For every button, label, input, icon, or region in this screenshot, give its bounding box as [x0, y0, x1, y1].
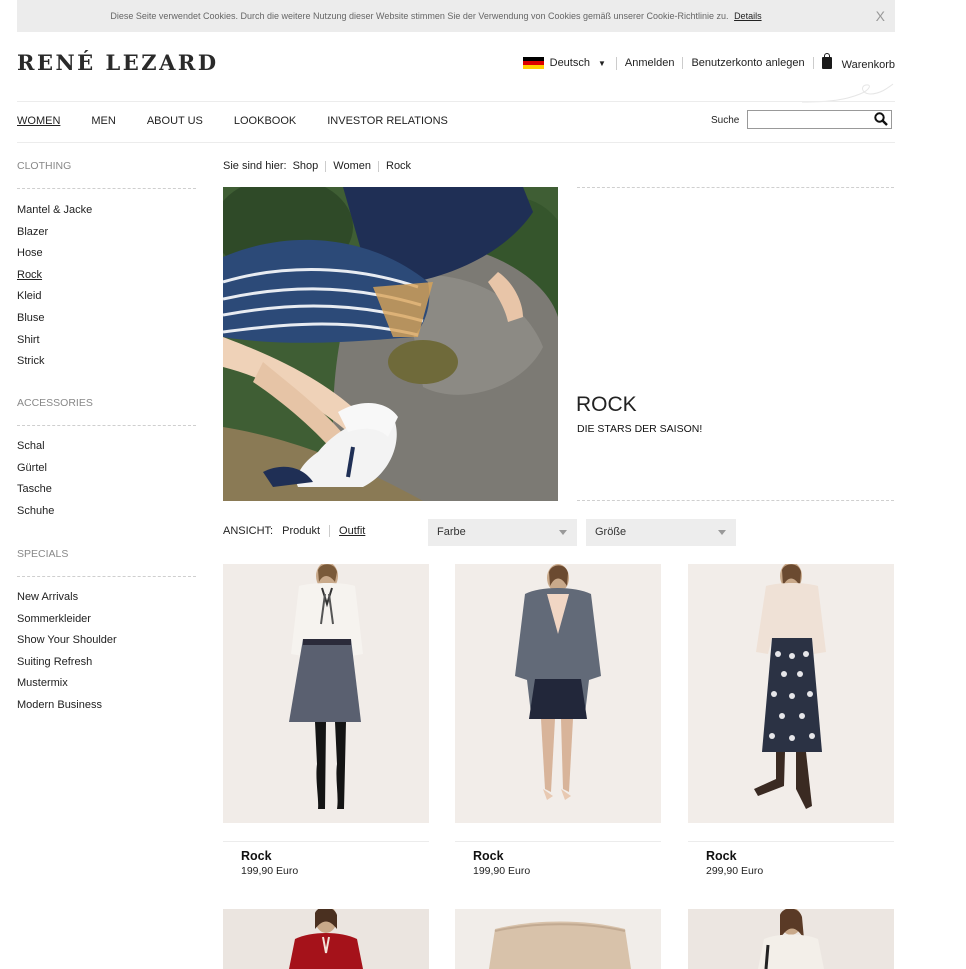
cookie-text: Diese Seite verwendet Cookies. Durch die… [17, 11, 855, 21]
breadcrumb-shop[interactable]: Shop [293, 160, 319, 172]
view-outfit-option[interactable]: Outfit [339, 525, 365, 537]
hero-title: ROCK [576, 393, 637, 416]
sidebar-heading-accessories[interactable]: ACCESSORIES [17, 397, 93, 409]
language-label: Deutsch [549, 57, 590, 69]
cookie-banner: Diese Seite verwendet Cookies. Durch die… [17, 0, 895, 32]
language-selector[interactable]: Deutsch ▼ [522, 56, 617, 70]
color-filter-select[interactable]: Farbe [428, 519, 577, 546]
product-image-1[interactable] [223, 564, 429, 823]
cookie-details-link[interactable]: Details [734, 11, 762, 21]
product-image-5[interactable] [455, 909, 661, 969]
chevron-down-icon: ▼ [597, 58, 606, 68]
sidebar-item-blazer[interactable]: Blazer [17, 222, 92, 244]
hero-divider-top [577, 187, 894, 188]
search-label: Suche [711, 115, 740, 126]
header-divider [17, 101, 895, 102]
product-image-3[interactable] [688, 564, 894, 823]
hero-subtitle: DIE STARS DER SAISON! [577, 423, 703, 435]
size-filter-label: Größe [595, 526, 627, 538]
sidebar-item-hose[interactable]: Hose [17, 243, 92, 265]
product-divider [455, 841, 661, 842]
chevron-down-icon [718, 530, 726, 535]
product-price-1: 199,90 Euro [241, 865, 299, 877]
sidebar-item-strick[interactable]: Strick [17, 351, 92, 373]
product-name-1[interactable]: Rock [241, 849, 272, 863]
product-name-3[interactable]: Rock [706, 849, 737, 863]
sidebar-item-suiting-refresh[interactable]: Suiting Refresh [17, 652, 117, 674]
product-image-4[interactable] [223, 909, 429, 969]
sidebar-heading-clothing[interactable]: CLOTHING [17, 160, 71, 172]
login-link[interactable]: Anmelden [617, 57, 684, 69]
sidebar-item-schal[interactable]: Schal [17, 436, 54, 458]
main-nav: WOMEN MEN ABOUT US LOOKBOOK INVESTOR REL… [17, 115, 479, 127]
product-price-2: 199,90 Euro [473, 865, 531, 877]
breadcrumb-rock[interactable]: Rock [386, 160, 411, 172]
nav-lookbook[interactable]: LOOKBOOK [234, 115, 296, 127]
sidebar-item-kleid[interactable]: Kleid [17, 286, 92, 308]
sidebar-item-tasche[interactable]: Tasche [17, 479, 54, 501]
sidebar-item-mantel-jacke[interactable]: Mantel & Jacke [17, 200, 92, 222]
sidebar-item-show-your-shoulder[interactable]: Show Your Shoulder [17, 630, 117, 652]
sidebar-divider [17, 188, 196, 189]
sidebar-item-modern-business[interactable]: Modern Business [17, 695, 117, 717]
product-name-2[interactable]: Rock [473, 849, 504, 863]
sidebar-item-new-arrivals[interactable]: New Arrivals [17, 587, 117, 609]
german-flag-icon [522, 56, 544, 70]
nav-women[interactable]: WOMEN [17, 115, 60, 127]
sidebar-divider [17, 576, 196, 577]
nav-divider [17, 142, 895, 143]
cookie-close-button[interactable]: X [876, 8, 885, 24]
sidebar-item-schuhe[interactable]: Schuhe [17, 501, 54, 523]
sidebar-item-mustermix[interactable]: Mustermix [17, 673, 117, 695]
register-link[interactable]: Benutzerkonto anlegen [683, 57, 814, 69]
search-input[interactable] [747, 110, 892, 129]
view-selector: ANSICHT: Produkt Outfit [223, 525, 365, 537]
color-filter-label: Farbe [437, 526, 466, 538]
product-divider [688, 841, 894, 842]
sidebar-list-clothing: Mantel & Jacke Blazer Hose Rock Kleid Bl… [17, 200, 92, 373]
product-divider [223, 841, 429, 842]
sidebar-item-rock[interactable]: Rock [17, 265, 92, 287]
hero-divider-bottom [577, 500, 894, 501]
nav-investor-relations[interactable]: INVESTOR RELATIONS [327, 115, 448, 127]
sidebar-list-specials: New Arrivals Sommerkleider Show Your Sho… [17, 587, 117, 717]
cart-label: Warenkorb [841, 58, 895, 71]
breadcrumb-women[interactable]: Women [333, 160, 371, 172]
sidebar-item-guertel[interactable]: Gürtel [17, 458, 54, 480]
size-filter-select[interactable]: Größe [586, 519, 736, 546]
search-icon[interactable] [874, 112, 888, 126]
shopping-bag-icon [821, 52, 832, 69]
brand-logo[interactable]: RENÉ LEZARD [17, 50, 219, 75]
hero-image [223, 187, 558, 501]
breadcrumb: Sie sind hier: Shop Women Rock [223, 160, 411, 172]
sidebar-item-bluse[interactable]: Bluse [17, 308, 92, 330]
sidebar-heading-specials[interactable]: SPECIALS [17, 548, 68, 560]
sidebar-item-shirt[interactable]: Shirt [17, 330, 92, 352]
view-product-option[interactable]: Produkt [282, 525, 320, 537]
view-label: ANSICHT: [223, 525, 274, 537]
sidebar-item-sommerkleider[interactable]: Sommerkleider [17, 609, 117, 631]
nav-about-us[interactable]: ABOUT US [147, 115, 203, 127]
product-image-6[interactable] [688, 909, 894, 969]
product-image-2[interactable] [455, 564, 661, 823]
sidebar-divider [17, 425, 196, 426]
nav-men[interactable]: MEN [91, 115, 115, 127]
chevron-down-icon [559, 530, 567, 535]
sidebar-list-accessories: Schal Gürtel Tasche Schuhe [17, 436, 54, 522]
product-price-3: 299,90 Euro [706, 865, 764, 877]
cart-link[interactable]: Warenkorb [814, 52, 895, 71]
breadcrumb-label: Sie sind hier: [223, 160, 287, 172]
top-nav: Deutsch ▼ Anmelden Benutzerkonto anlegen… [522, 52, 895, 73]
cookie-message: Diese Seite verwendet Cookies. Durch die… [110, 11, 729, 21]
